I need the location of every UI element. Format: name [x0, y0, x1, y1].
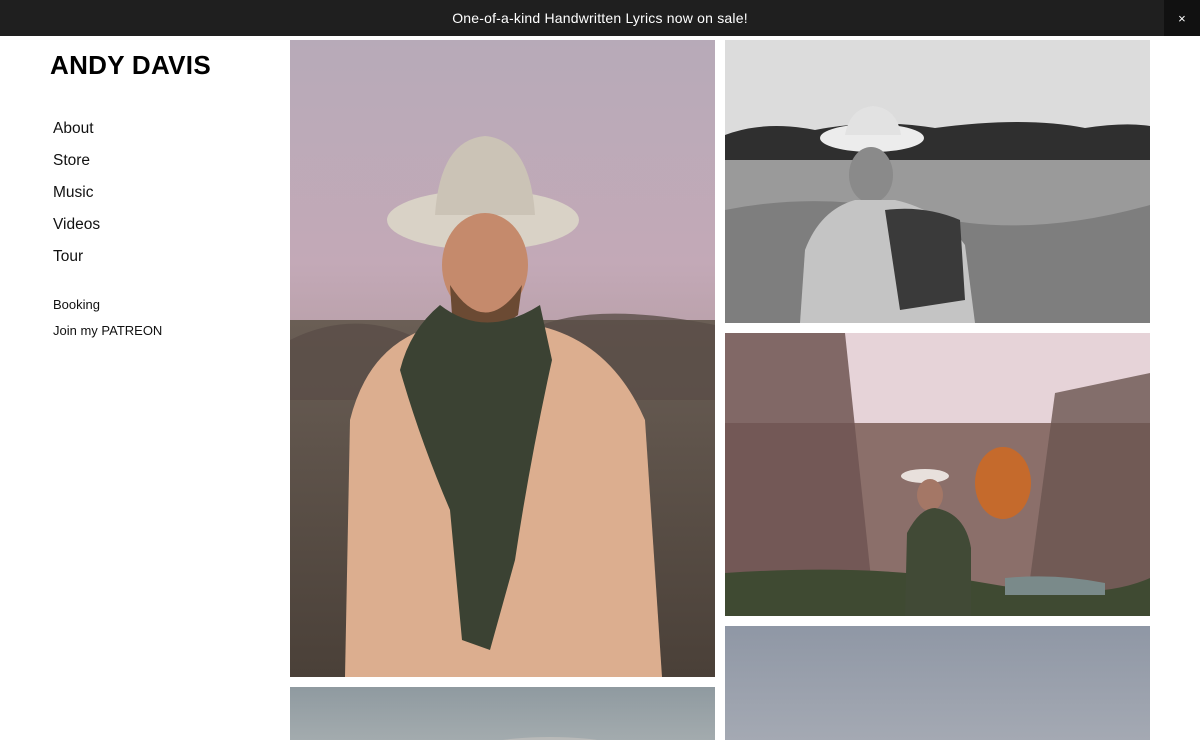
site-title[interactable]: ANDY DAVIS: [50, 50, 211, 81]
sky-right-photo-image: [725, 626, 1150, 740]
gallery-photo-portrait[interactable]: [290, 40, 715, 677]
announcement-banner: One-of-a-kind Handwritten Lyrics now on …: [0, 0, 1200, 36]
nav-item-patreon: Join my PATREON: [53, 322, 162, 348]
banner-close-button[interactable]: ×: [1164, 0, 1200, 36]
bw-field-photo-image: [725, 40, 1150, 323]
nav-link-tour[interactable]: Tour: [53, 248, 83, 265]
nav-link-music[interactable]: Music: [53, 184, 93, 201]
nav-item-music: Music: [53, 182, 100, 214]
gallery-photo-woods[interactable]: [725, 333, 1150, 616]
woods-photo-image: [725, 333, 1150, 616]
nav-item-booking: Booking: [53, 296, 162, 322]
sky-left-photo-image: [290, 687, 715, 740]
primary-navigation: About Store Music Videos Tour: [53, 118, 100, 278]
nav-item-store: Store: [53, 150, 100, 182]
nav-item-tour: Tour: [53, 246, 100, 278]
nav-item-videos: Videos: [53, 214, 100, 246]
nav-link-videos[interactable]: Videos: [53, 216, 100, 233]
gallery-photo-bw-field[interactable]: [725, 40, 1150, 323]
nav-link-booking[interactable]: Booking: [53, 297, 100, 312]
portrait-photo-image: [290, 40, 715, 677]
announcement-link[interactable]: One-of-a-kind Handwritten Lyrics now on …: [452, 10, 748, 26]
gallery-photo-sky-left[interactable]: [290, 687, 715, 740]
nav-item-about: About: [53, 118, 100, 150]
nav-link-store[interactable]: Store: [53, 152, 90, 169]
nav-link-patreon[interactable]: Join my PATREON: [53, 323, 162, 338]
nav-link-about[interactable]: About: [53, 120, 94, 137]
gallery-photo-sky-right[interactable]: [725, 626, 1150, 740]
close-icon: ×: [1178, 10, 1186, 26]
secondary-navigation: Booking Join my PATREON: [53, 296, 162, 348]
